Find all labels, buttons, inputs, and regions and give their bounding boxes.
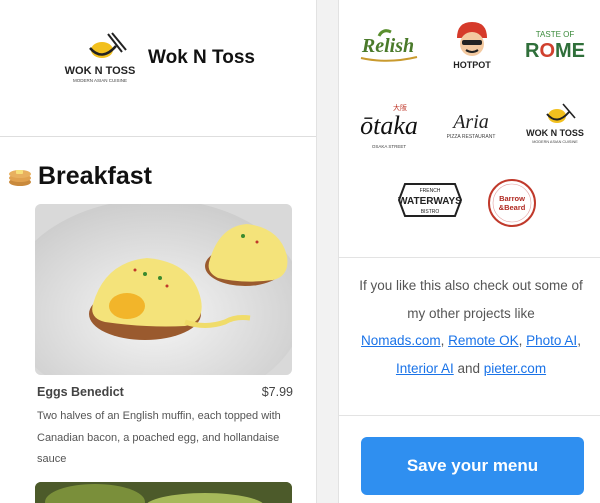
logo-relish[interactable]: Relish — [355, 28, 421, 64]
svg-text:Aria: Aria — [451, 111, 489, 133]
dish-price: $7.99 — [261, 385, 293, 399]
logo-subtext: MODERN ASIAN CUISINE — [73, 78, 127, 83]
svg-text:BISTRO: BISTRO — [421, 209, 440, 215]
logo-otaka[interactable]: 大阪 ōtaka OSAKA STREET — [353, 100, 425, 152]
svg-text:Relish: Relish — [361, 35, 414, 57]
logo-barrow-beard[interactable]: Barrow &Beard — [487, 178, 537, 228]
dish-name: Eggs Benedict — [37, 385, 124, 399]
menu-preview: WOK N TOSS MODERN ASIAN CUISINE Wok N To… — [0, 0, 316, 503]
link-remote-ok[interactable]: Remote OK — [448, 333, 519, 348]
dish-title-row: Eggs Benedict $7.99 — [37, 385, 293, 399]
svg-text:ōtaka: ōtaka — [360, 111, 418, 140]
save-menu-button[interactable]: Save your menu — [361, 437, 584, 495]
logo-hotpot[interactable]: HOTPOT — [449, 18, 495, 72]
promo-text: If you like this also check out some of … — [359, 278, 583, 376]
pancakes-icon — [9, 170, 31, 186]
svg-text:MODERN ASIAN CUISINE: MODERN ASIAN CUISINE — [532, 140, 578, 144]
logo-wok-n-toss[interactable]: WOK N TOSS MODERN ASIAN CUISINE — [523, 102, 587, 146]
panel-divider — [316, 0, 339, 503]
svg-text:WATERWAYS: WATERWAYS — [398, 196, 462, 207]
restaurant-name: Wok N Toss — [148, 47, 255, 68]
svg-text:ROME: ROME — [525, 40, 585, 62]
link-interior-ai[interactable]: Interior AI — [396, 361, 454, 376]
link-pieter[interactable]: pieter.com — [484, 361, 546, 376]
promo-and: and — [457, 360, 481, 376]
svg-text:OSAKA STREET: OSAKA STREET — [372, 144, 407, 149]
svg-text:HOTPOT: HOTPOT — [453, 60, 491, 70]
dish-photo — [35, 204, 292, 375]
svg-text:&Beard: &Beard — [499, 203, 526, 212]
side-panel: Relish HOTPOT TASTE OF ROME 大阪 ōtaka OSA… — [339, 0, 600, 503]
svg-text:WOK N TOSS: WOK N TOSS — [526, 128, 584, 138]
logo-taste-of-rome[interactable]: TASTE OF ROME — [523, 28, 587, 62]
section-title: Breakfast — [38, 161, 152, 190]
dish-description: Two halves of an English muffin, each to… — [37, 410, 281, 465]
promo-divider — [339, 415, 600, 416]
svg-text:PIZZA RESTAURANT: PIZZA RESTAURANT — [447, 134, 496, 140]
section-heading: Breakfast — [8, 160, 152, 192]
menu-builder-page: WOK N TOSS MODERN ASIAN CUISINE Wok N To… — [0, 0, 600, 503]
example-logos-grid: Relish HOTPOT TASTE OF ROME 大阪 ōtaka OSA… — [339, 0, 600, 258]
restaurant-header: WOK N TOSS MODERN ASIAN CUISINE Wok N To… — [0, 0, 316, 137]
logo-text: WOK N TOSS — [65, 65, 136, 77]
svg-text:Barrow: Barrow — [499, 194, 525, 203]
logo-aria[interactable]: Aria PIZZA RESTAURANT — [443, 108, 499, 140]
svg-text:TASTE OF: TASTE OF — [536, 30, 575, 39]
promo-intro: If you like this also check out some of … — [359, 278, 583, 321]
link-nomads[interactable]: Nomads.com — [361, 333, 441, 348]
next-dish-photo — [35, 482, 292, 503]
restaurant-logo: WOK N TOSS MODERN ASIAN CUISINE — [65, 32, 136, 83]
link-photo-ai[interactable]: Photo AI — [526, 333, 577, 348]
logo-waterways[interactable]: FRENCH WATERWAYS BISTRO — [397, 182, 463, 218]
svg-text:FRENCH: FRENCH — [420, 188, 441, 194]
